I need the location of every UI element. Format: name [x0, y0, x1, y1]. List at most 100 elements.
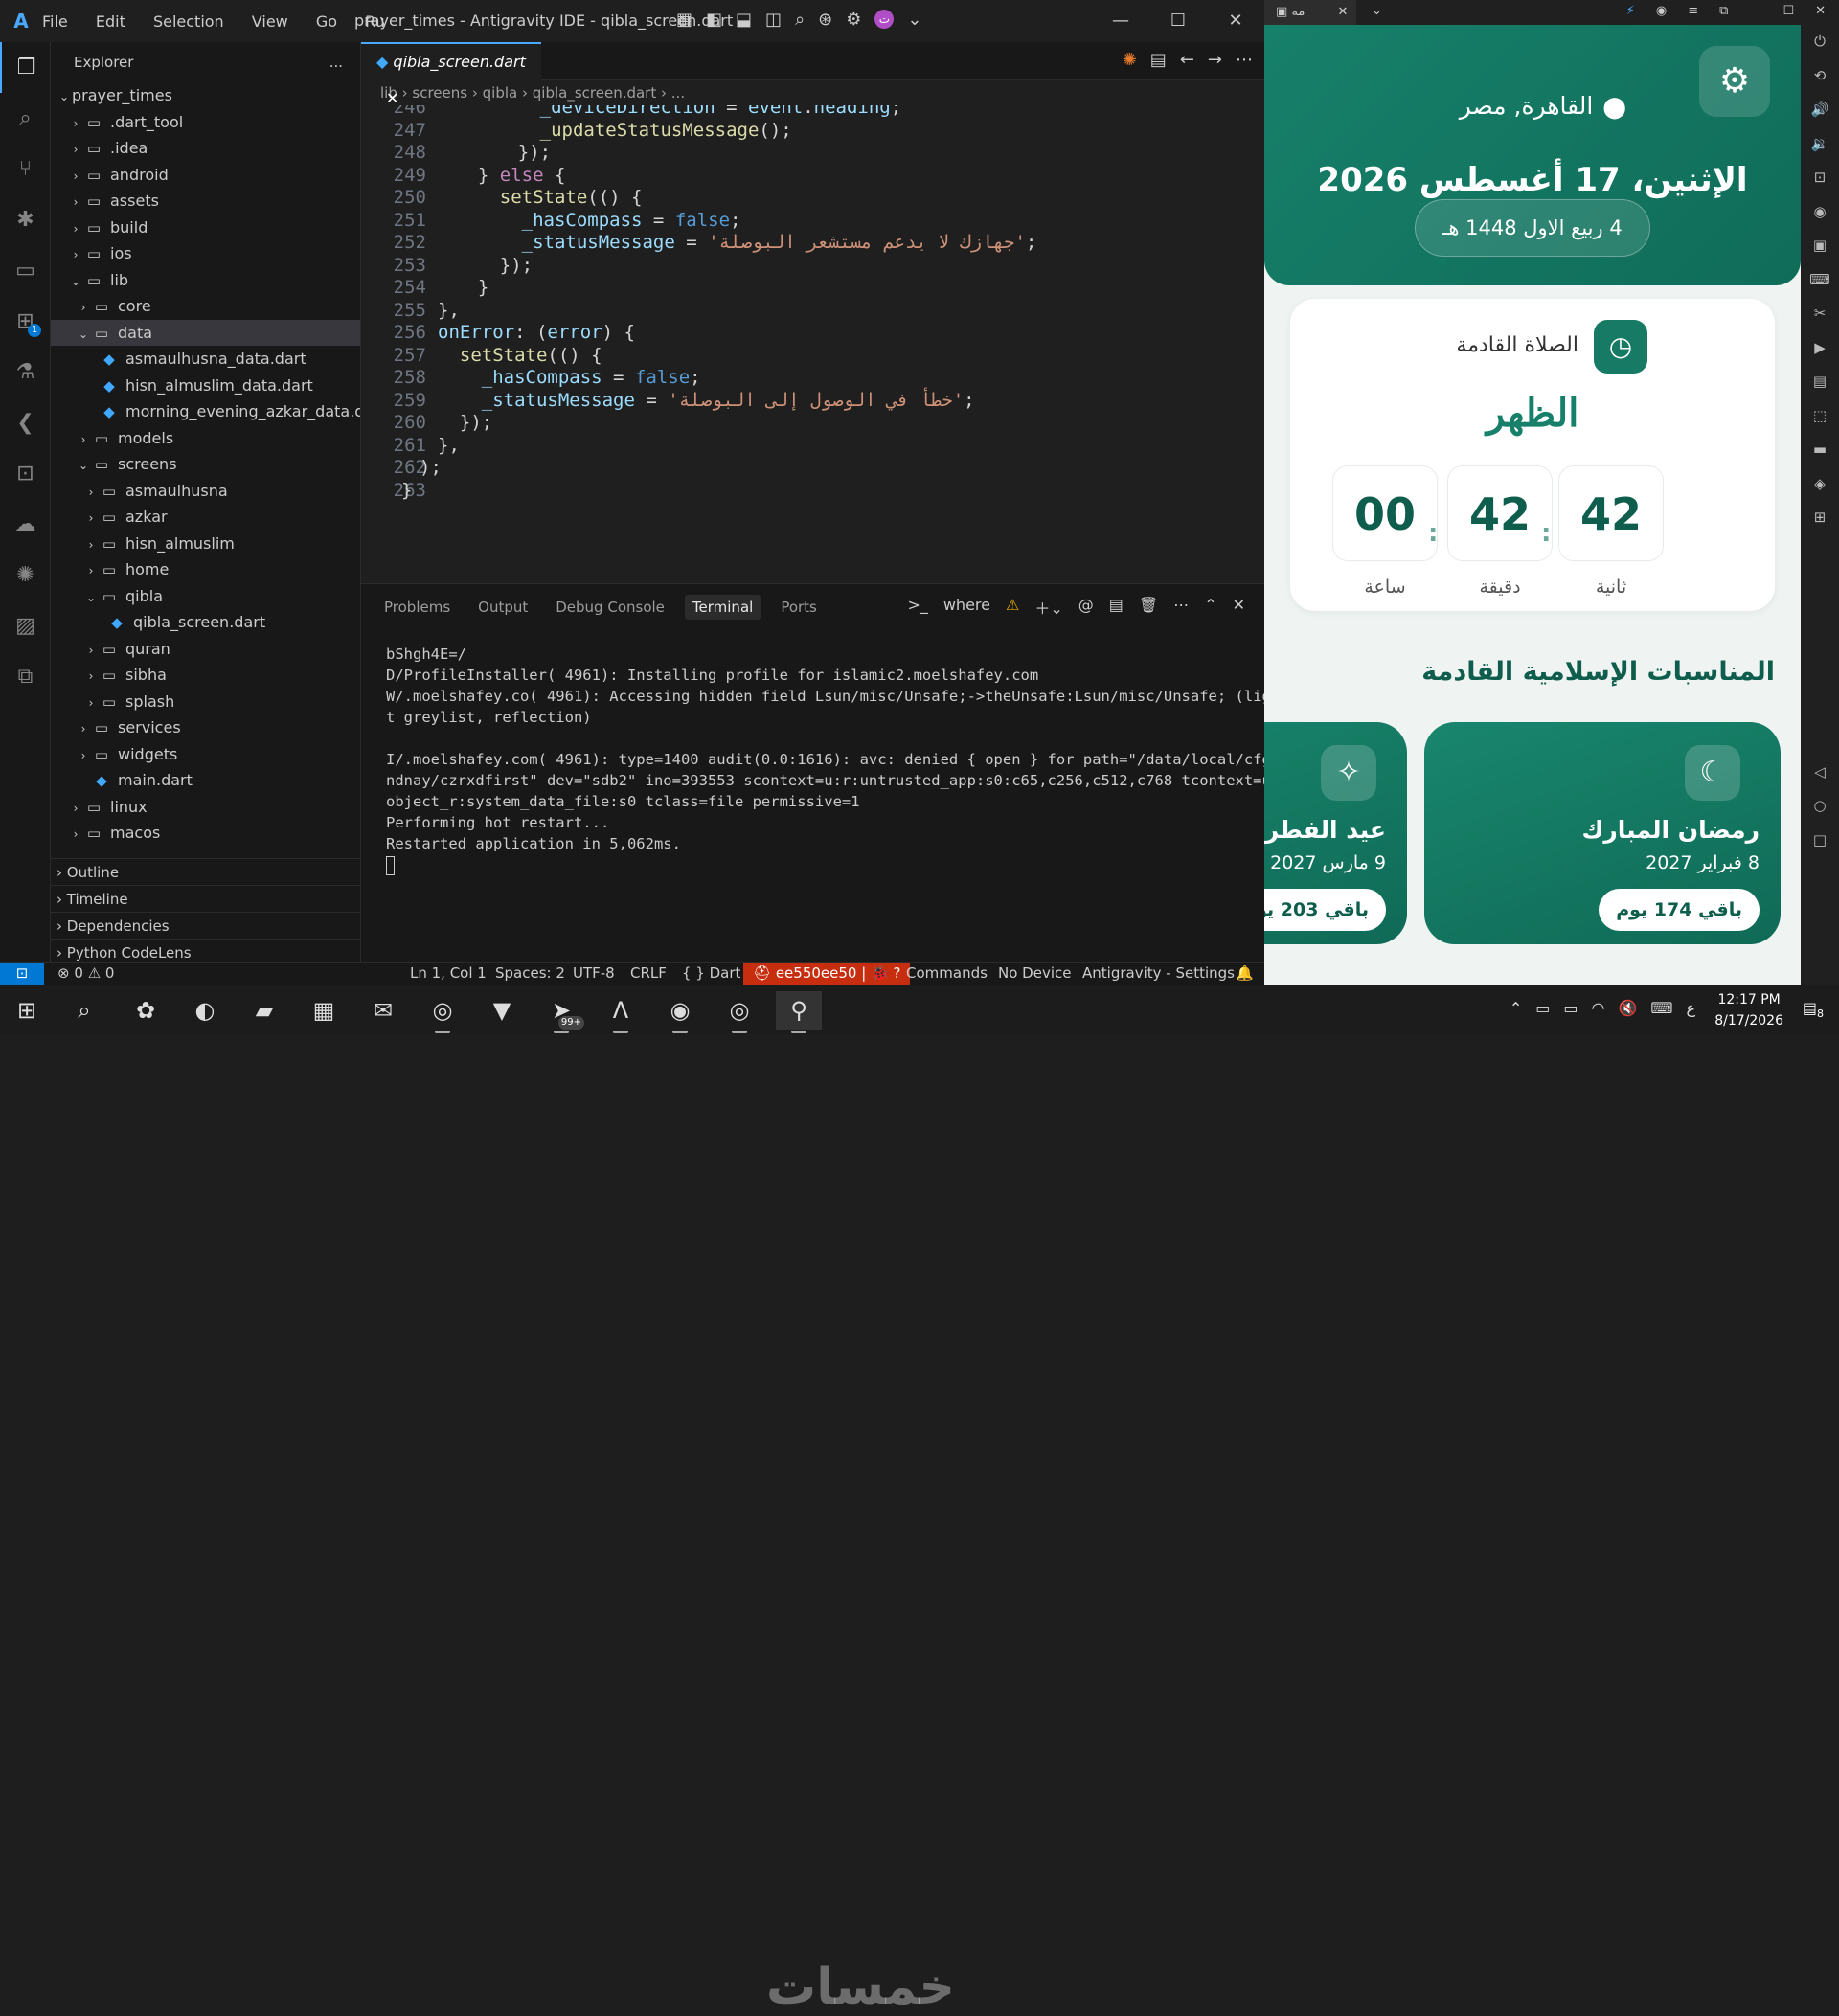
tree-file[interactable]: ◆ main.dart — [51, 767, 360, 794]
location-icon[interactable]: ◉ — [1801, 195, 1839, 230]
record-icon[interactable]: ▶ — [1801, 331, 1839, 366]
settings-item[interactable]: Antigravity - Settings — [1082, 963, 1235, 985]
breadcrumb-item[interactable]: qibla_screen.dart — [533, 84, 656, 102]
close-panel-icon[interactable]: ✕ — [1233, 596, 1245, 619]
tree-file[interactable]: ◆ morning_evening_azkar_data.d... — [51, 398, 360, 425]
file-explorer-icon[interactable]: ▰ — [241, 991, 287, 1030]
maximize-icon[interactable]: ☐ — [1149, 0, 1207, 42]
tree-folder[interactable]: › ▭ sibha — [51, 662, 360, 689]
menu-icon[interactable]: ≡ — [1688, 4, 1698, 18]
tab-debug-console[interactable]: Debug Console — [556, 599, 665, 616]
antigravity-icon[interactable]: Λ — [598, 991, 644, 1033]
breadcrumb-item[interactable]: screens — [412, 84, 467, 102]
image-icon[interactable]: ▨ — [0, 600, 51, 651]
volume-up-icon[interactable]: 🔊 — [1801, 93, 1839, 127]
line-endings[interactable]: CRLF — [630, 963, 667, 985]
remote-icon[interactable]: ⊡ — [0, 963, 44, 985]
bell-icon[interactable]: 🔔 — [1236, 963, 1254, 985]
restore-icon[interactable]: ⧉ — [1719, 4, 1728, 18]
tree-folder[interactable]: › ▭ ios — [51, 240, 360, 267]
tree-folder[interactable]: ⌄ ▭ screens — [51, 451, 360, 478]
tab-terminal[interactable]: Terminal — [684, 595, 761, 620]
search-icon[interactable]: ⌕ — [0, 93, 51, 144]
tree-folder[interactable]: › ▭ widgets — [51, 741, 360, 768]
back-icon[interactable]: ◁ — [1801, 756, 1839, 790]
tree-folder[interactable]: › ▭ linux — [51, 794, 360, 821]
tree-folder[interactable]: › ▭ splash — [51, 689, 360, 715]
chevron-down-icon[interactable]: ⌄ — [1372, 4, 1382, 18]
source-control-icon[interactable]: ⑂ — [0, 144, 51, 194]
menu-file[interactable]: File — [42, 12, 68, 31]
power-icon[interactable]: ⏻ — [1801, 25, 1839, 59]
maximize-icon[interactable]: ☐ — [1782, 4, 1794, 18]
chevron-down-icon[interactable]: ⌄ — [907, 10, 921, 30]
overview-icon[interactable]: □ — [1801, 824, 1839, 858]
tab-output[interactable]: Output — [478, 599, 528, 616]
location-text[interactable]: ⬤ القاهرة, مصر — [1460, 92, 1626, 120]
search-icon[interactable]: ⌕ — [61, 991, 107, 1030]
toggle-sidebar-icon[interactable]: ◧ — [706, 10, 722, 30]
tree-folder[interactable]: › ▭ asmaulhusna — [51, 478, 360, 505]
tree-folder[interactable]: › ▭ home — [51, 556, 360, 583]
arrow-right-icon[interactable]: → — [1208, 50, 1222, 70]
speaker-muted-icon[interactable]: 🔇 — [1618, 999, 1637, 1017]
pc-manager-icon[interactable]: ◉ — [657, 991, 703, 1033]
agent-icon[interactable]: ⊛ — [818, 10, 832, 30]
settings-button[interactable]: ⚙ — [1699, 46, 1770, 117]
encoding[interactable]: UTF-8 — [573, 963, 615, 985]
explorer-section[interactable]: › Outline — [51, 858, 361, 885]
layers-icon[interactable]: ⧉ — [0, 651, 51, 702]
system-clock[interactable]: 12:17 PM 8/17/2026 — [1714, 989, 1783, 1031]
tree-folder[interactable]: › ▭ android — [51, 162, 360, 189]
tree-folder[interactable]: › ▭ hisn_almuslim — [51, 531, 360, 557]
new-terminal-icon[interactable]: ＋⌄ — [1034, 596, 1062, 619]
account-icon[interactable]: ◉ — [1656, 4, 1667, 18]
fold-icon[interactable]: ✂ — [1801, 297, 1839, 331]
run-debug-icon[interactable]: ✱ — [0, 194, 51, 245]
more-actions-icon[interactable]: ⋯ — [1173, 596, 1189, 619]
snapshot-icon[interactable]: ▤ — [1801, 365, 1839, 399]
lightning-icon[interactable]: ⚡ — [1626, 4, 1635, 18]
tree-folder[interactable]: › ▭ macos — [51, 820, 360, 847]
avatar[interactable]: ت — [874, 10, 895, 29]
tree-file[interactable]: ◆ asmaulhusna_data.dart — [51, 346, 360, 373]
layout-customize-icon[interactable]: ▦ — [676, 10, 692, 30]
explorer-icon[interactable]: ❐ — [0, 42, 51, 93]
camera-icon[interactable]: ▣ — [1801, 229, 1839, 263]
device-selector[interactable]: No Device — [998, 963, 1071, 985]
minimize-icon[interactable]: — — [1092, 0, 1149, 42]
sparkle-icon[interactable]: ✺ — [0, 550, 51, 600]
menu-go[interactable]: Go — [316, 12, 337, 31]
more-actions-icon[interactable]: ⋯ — [1236, 50, 1253, 70]
rotate-icon[interactable]: ⟲ — [1801, 59, 1839, 94]
sparkle-icon[interactable]: ✺ — [1123, 50, 1137, 70]
explorer-section[interactable]: › Dependencies — [51, 912, 361, 939]
gear-icon[interactable]: ⚙ — [846, 10, 861, 30]
volume-down-icon[interactable]: 🔉 — [1801, 127, 1839, 162]
folder-icon[interactable]: ▬ — [1801, 433, 1839, 467]
language-indicator[interactable]: ع — [1686, 999, 1695, 1017]
keyboard-icon[interactable]: ⌨ — [1801, 263, 1839, 298]
tab-qibla-screen[interactable]: ◆ qibla_screen.dart ✕ — [361, 42, 541, 107]
maximize-panel-icon[interactable]: ⌃ — [1204, 596, 1216, 619]
breadcrumb-item[interactable]: qibla — [483, 84, 518, 102]
tree-folder[interactable]: › ▭ core — [51, 293, 360, 320]
browser-icon[interactable]: ⊡ — [0, 448, 51, 499]
copilot-icon[interactable]: ✿ — [123, 991, 169, 1030]
chrome-profile-icon[interactable]: ◎ — [716, 991, 762, 1033]
shell-name[interactable]: where — [943, 596, 990, 619]
wifi-icon[interactable]: ◠ — [1591, 999, 1604, 1017]
tab-problems[interactable]: Problems — [384, 599, 450, 616]
tree-folder[interactable]: › ▭ services — [51, 714, 360, 741]
terminal-output[interactable]: bShgh4E=/ D/ProfileInstaller( 4961): Inst… — [361, 630, 1280, 875]
search-icon[interactable]: ⌕ — [795, 10, 805, 30]
tree-folder[interactable]: ⌄ prayer_times — [51, 82, 360, 109]
outlook-icon[interactable]: ✉ — [360, 991, 406, 1030]
home-icon[interactable]: ○ — [1801, 789, 1839, 824]
chevron-up-icon[interactable]: ⌃ — [1510, 999, 1522, 1017]
keyboard-icon[interactable]: ⌨ — [1650, 999, 1672, 1017]
tab-ports[interactable]: Ports — [781, 599, 817, 616]
tree-file[interactable]: ◆ hisn_almuslim_data.dart — [51, 373, 360, 399]
tree-folder[interactable]: › ▭ .dart_tool — [51, 109, 360, 136]
git-status[interactable]: ⛑ ee550ee50 | 🐞 ? — [743, 963, 911, 985]
